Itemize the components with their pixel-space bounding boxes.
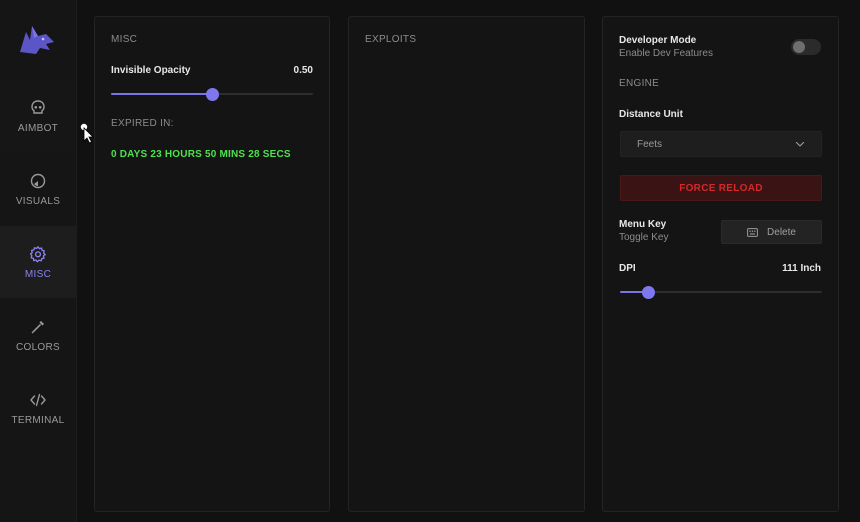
settings-panel: Developer Mode Enable Dev Features ENGIN… [602,16,839,512]
sidebar-item-label: VISUALS [15,195,61,207]
gear-icon [29,245,46,262]
slider-thumb[interactable] [642,286,656,299]
keyboard-icon [747,227,758,237]
mouse-cursor-icon [80,123,94,144]
wolf-logo-icon [20,26,54,54]
code-icon [30,393,46,406]
misc-section-title: MISC [111,34,138,45]
invisible-opacity-value: 0.50 [293,65,313,76]
invisible-opacity-label: Invisible Opacity [111,65,191,76]
sidebar-item-label: AIMBOT [17,122,59,134]
sidebar-item-visuals[interactable]: VISUALS [0,153,76,225]
distance-unit-select[interactable]: Feets [620,131,822,157]
toggle-knob [793,41,805,53]
menu-key-value: Delete [767,226,796,238]
slider-thumb[interactable] [206,88,219,101]
dpi-label: DPI [619,263,636,274]
dpi-slider[interactable] [620,286,822,299]
developer-mode-sublabel: Enable Dev Features [619,48,713,59]
slider-fill [111,93,212,95]
exploits-section-title: EXPLOITS [365,34,417,45]
sidebar-item-label: TERMINAL [11,414,65,426]
developer-mode-label: Developer Mode [619,35,697,46]
invisible-opacity-slider[interactable] [111,88,313,101]
engine-section-title: ENGINE [619,78,660,89]
developer-mode-toggle[interactable] [791,39,821,55]
skull-icon [31,99,45,114]
sidebar-item-label: COLORS [15,341,61,353]
chevron-down-icon [795,141,805,147]
misc-panel: MISC Invisible Opacity 0.50 EXPIRED IN: … [94,16,330,512]
expiry-countdown: 0 DAYS 23 HOURS 50 MINS 28 SECS [111,149,291,160]
menu-key-sublabel: Toggle Key [619,232,669,243]
distance-unit-label: Distance Unit [619,109,683,120]
menu-key-button[interactable]: Delete [721,220,822,244]
exploits-panel: EXPLOITS [348,16,585,512]
app-window: AIMBOT VISUALS MISC COLORS TERMINAL MISC… [0,0,860,522]
sidebar-item-aimbot[interactable]: AIMBOT [0,80,76,152]
sidebar-item-colors[interactable]: COLORS [0,299,76,371]
visuals-icon [30,173,46,188]
sidebar-item-label: MISC [24,268,52,280]
menu-key-label: Menu Key [619,219,667,230]
expired-in-label: EXPIRED IN: [111,118,174,129]
sidebar: AIMBOT VISUALS MISC COLORS TERMINAL [0,0,77,522]
distance-unit-value: Feets [637,139,663,150]
force-reload-button[interactable]: FORCE RELOAD [620,175,822,201]
sidebar-item-terminal[interactable]: TERMINAL [0,372,76,444]
sidebar-item-misc[interactable]: MISC [0,226,76,298]
eyedropper-icon [31,320,44,333]
dpi-value: 111 Inch [782,263,821,274]
